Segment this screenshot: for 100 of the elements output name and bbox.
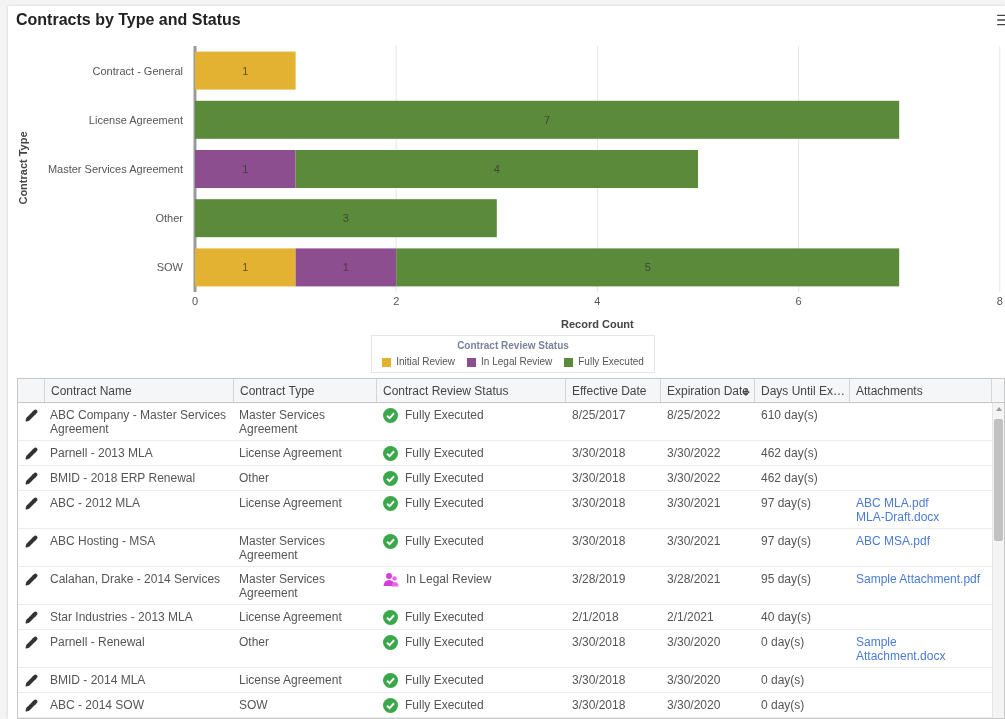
category-label: Master Services Agreement (47, 163, 183, 175)
status-text: Fully Executed (405, 698, 484, 712)
attachment-link[interactable]: Sample Attachment.docx (856, 635, 986, 663)
table-cell-text: 3/30/2018 (571, 533, 627, 550)
table-cell-text: 0 day(s) (760, 634, 806, 651)
table-cell-text: 3/30/2018 (571, 634, 627, 651)
table-cell-text: Star Industries - 2013 MLA (49, 609, 194, 626)
status-text: Fully Executed (405, 673, 484, 687)
edit-icon[interactable] (25, 409, 38, 422)
legend-label[interactable]: Fully Executed (578, 356, 644, 368)
data-label: 3 (342, 212, 349, 225)
legend-label[interactable]: In Legal Review (481, 356, 553, 368)
check-circle-icon (383, 496, 398, 511)
edit-icon[interactable] (25, 636, 38, 649)
check-circle-icon (383, 610, 398, 625)
column-header[interactable]: Attachments (850, 379, 992, 402)
table-cell-text: 3/30/2018 (571, 445, 627, 462)
status-text: Fully Executed (405, 534, 484, 548)
table-cell-text: 610 day(s) (760, 407, 819, 424)
check-circle-icon (383, 534, 398, 549)
tick-label: 8 (996, 295, 1003, 307)
table-cell-text: 3/30/2020 (666, 697, 722, 714)
check-circle-icon (383, 698, 398, 713)
category-label: Contract - General (92, 64, 183, 77)
data-label: 1 (242, 261, 249, 274)
table-cell-text: 462 day(s) (760, 470, 819, 487)
table-cell-text: ABC - 2012 MLA (49, 495, 142, 512)
table-cell-text: 0 day(s) (760, 697, 806, 714)
chart-title: Contracts by Type and Status (16, 10, 241, 30)
table-cell-text: Other (238, 634, 270, 651)
table-cell-text: License Agreement (238, 672, 343, 689)
table-cell-text: 3/30/2021 (666, 533, 722, 550)
table-cell-text: 3/28/2021 (666, 571, 722, 588)
check-circle-icon (383, 673, 398, 688)
scroll-up-icon[interactable] (995, 407, 1002, 411)
table-cell-text: Parnell - Renewal (49, 634, 146, 651)
edit-icon[interactable] (25, 611, 38, 624)
table-cell-text: 3/30/2018 (571, 672, 627, 689)
table-cell-text: 3/30/2018 (571, 697, 627, 714)
data-label: 1 (242, 64, 249, 77)
scrollbar-thumb[interactable] (994, 419, 1003, 541)
table-cell-text: 3/30/2022 (666, 470, 722, 487)
table-cell-text: 3/30/2018 (571, 495, 627, 512)
edit-icon[interactable] (25, 447, 38, 460)
attachment-link[interactable]: MLA-Draft.docx (856, 510, 986, 524)
edit-icon[interactable] (25, 699, 38, 712)
table-cell-text: 3/30/2021 (666, 495, 722, 512)
data-label: 7 (544, 113, 551, 126)
axis-title: Contract Type (17, 131, 29, 205)
table-cell-text: Calahan, Drake - 2014 Services (49, 571, 222, 588)
category-label: Other (155, 212, 183, 225)
attachment-link[interactable]: Sample Attachment.pdf (856, 572, 986, 586)
people-icon (383, 572, 399, 587)
attachment-link[interactable]: ABC MSA.pdf (856, 534, 986, 548)
table-cell-text: 3/30/2022 (666, 445, 722, 462)
tick-label: 4 (594, 295, 601, 307)
category-label: License Agreement (88, 113, 183, 126)
table-cell-text: BMID - 2014 MLA (49, 672, 147, 689)
status-text: Fully Executed (405, 446, 484, 460)
status-text: Fully Executed (405, 496, 484, 510)
table-cell-text: 0 day(s) (760, 672, 806, 689)
table-cell-text: 2/1/2018 (571, 609, 620, 626)
column-header[interactable]: Effective Date (566, 379, 661, 402)
table-cell-text: 40 day(s) (760, 609, 813, 626)
column-header[interactable]: Contract Type (234, 379, 377, 402)
attachment-link[interactable]: ABC MLA.pdf (856, 496, 986, 510)
check-circle-icon (383, 408, 398, 423)
table-cell-text: License Agreement (238, 445, 343, 462)
table-cell-text: Master Services Agreement (238, 571, 327, 602)
table-cell-text: ABC - 2014 SOW (49, 697, 146, 714)
status-text: Fully Executed (405, 408, 484, 422)
column-header[interactable]: Contract Review Status (377, 379, 566, 402)
table-cell-text: 3/30/2018 (571, 470, 627, 487)
table-cell-text: ABC Company - Master Services Agreement (49, 407, 228, 438)
status-text: Fully Executed (405, 471, 484, 485)
table-cell-text: Other (238, 470, 270, 487)
status-text: Fully Executed (405, 635, 484, 649)
check-circle-icon (383, 635, 398, 650)
edit-icon[interactable] (25, 497, 38, 510)
data-label: 5 (644, 261, 651, 274)
column-header[interactable]: Contract Name (45, 379, 234, 402)
column-header[interactable]: Days Until Ex… (755, 379, 850, 402)
table-cell-text: BMID - 2018 ERP Renewal (49, 470, 197, 487)
edit-icon[interactable] (25, 573, 38, 586)
edit-icon[interactable] (25, 472, 38, 485)
table-cell-text: 97 day(s) (760, 533, 813, 550)
axis-title: Record Count (561, 318, 634, 330)
tick-label: 6 (795, 295, 802, 307)
edit-icon[interactable] (25, 674, 38, 687)
table-cell-text: 97 day(s) (760, 495, 813, 512)
table-cell-text: 462 day(s) (760, 445, 819, 462)
category-label: SOW (156, 261, 183, 274)
table-cell-text: License Agreement (238, 495, 343, 512)
edit-icon[interactable] (25, 535, 38, 548)
legend-title: Contract Review Status (457, 340, 569, 352)
table-cell-text: License Agreement (238, 609, 343, 626)
legend-label[interactable]: Initial Review (396, 356, 456, 368)
tick-label: 2 (393, 295, 400, 307)
scrollbar[interactable] (992, 403, 1004, 718)
status-text: In Legal Review (406, 572, 492, 586)
